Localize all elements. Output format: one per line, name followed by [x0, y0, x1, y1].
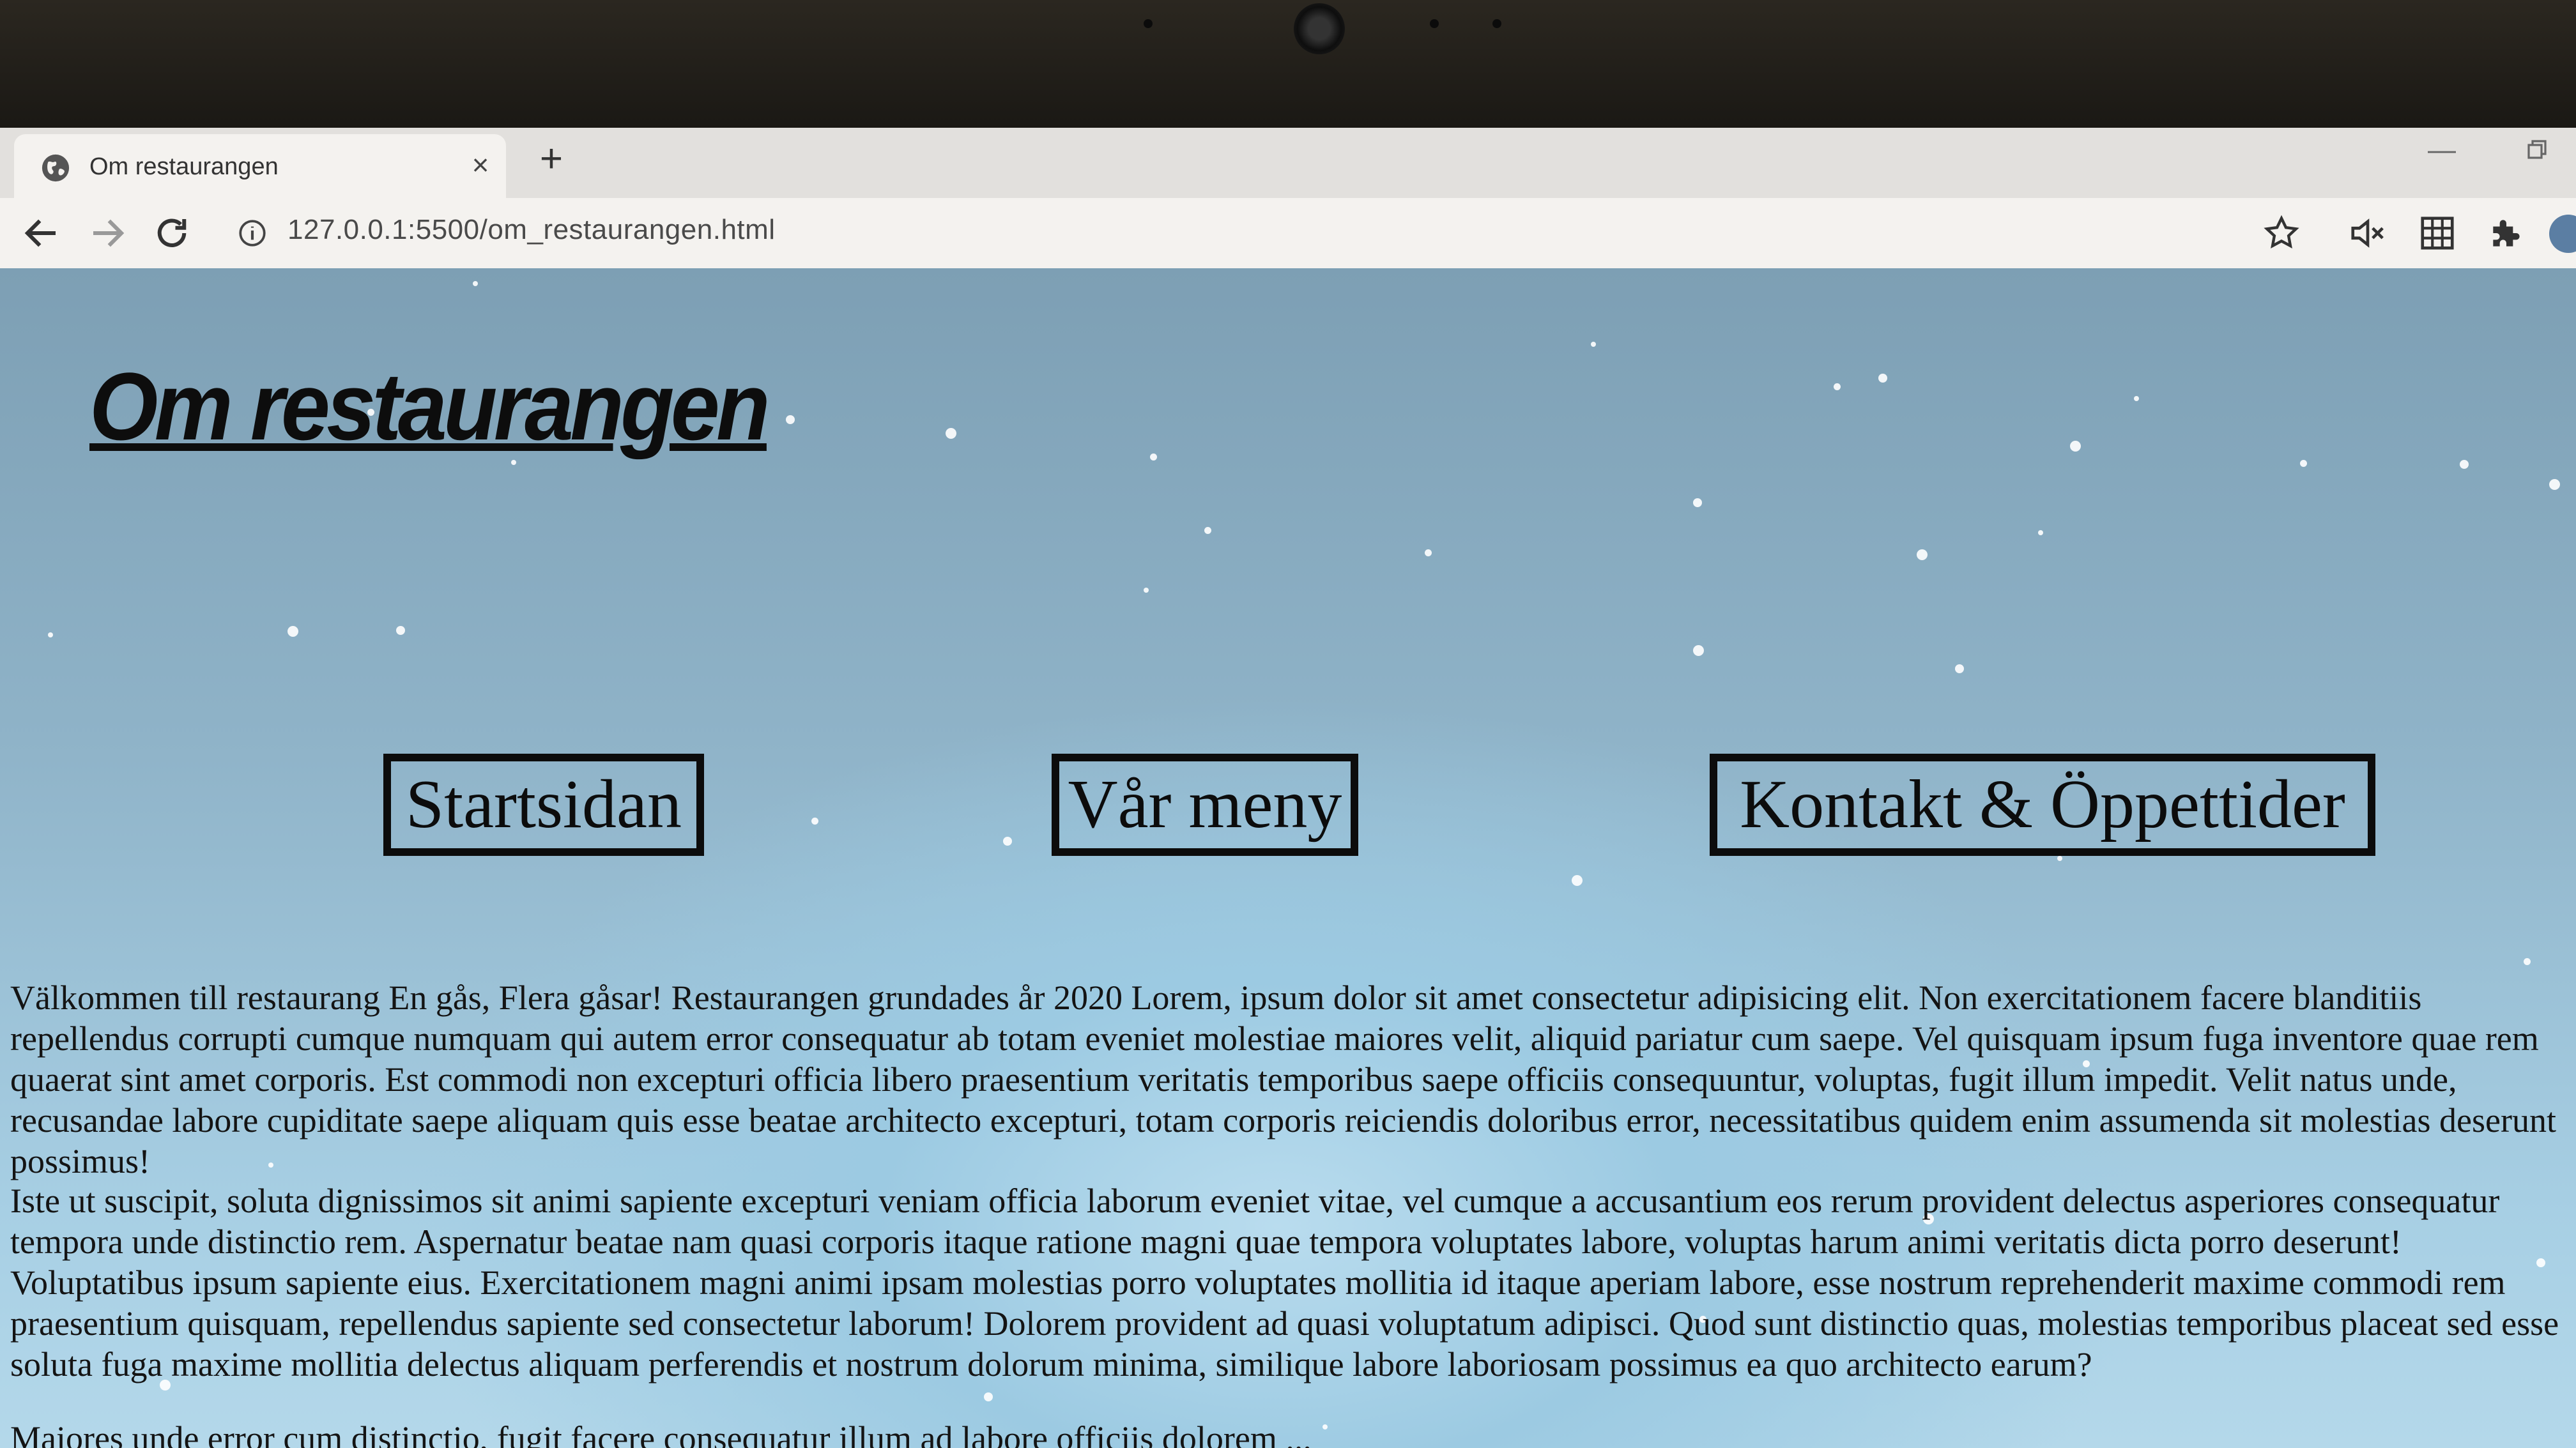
tab-title: Om restaurangen — [89, 153, 279, 180]
extensions-puzzle-icon[interactable] — [2487, 213, 2526, 253]
snowflake — [1425, 549, 1432, 556]
intro-paragraph: Välkommen till restaurang En gås, Flera … — [10, 979, 2556, 1180]
snowflake — [984, 1392, 993, 1401]
snowflake — [1204, 527, 1211, 534]
bezel-sensor — [1144, 19, 1153, 28]
back-arrow-icon[interactable] — [20, 212, 63, 254]
reload-icon[interactable] — [151, 212, 193, 254]
snowflake — [1150, 453, 1157, 461]
nav-link-menu[interactable]: Vår meny — [1052, 754, 1358, 856]
bezel-sensor — [1492, 19, 1501, 28]
snowflake — [396, 626, 405, 635]
forward-arrow-icon[interactable] — [86, 212, 128, 254]
snowflake — [2300, 460, 2307, 467]
snowflake — [786, 415, 795, 424]
snowflake — [2134, 396, 2139, 401]
page-title: Om restaurangen — [89, 353, 770, 460]
snowflake — [1591, 342, 1596, 347]
snowflake — [2460, 460, 2469, 469]
snowflake — [1693, 498, 1702, 507]
browser-tab[interactable]: Om restaurangen × — [14, 134, 506, 198]
nav-link-contact[interactable]: Kontakt & Öppettider — [1710, 754, 2375, 856]
body-paragraph: Iste ut suscipit, soluta dignissimos sit… — [10, 1182, 2559, 1383]
grid-icon[interactable] — [2418, 213, 2457, 253]
snowflake — [2070, 441, 2081, 452]
snowflake — [2549, 479, 2560, 490]
address-bar-url[interactable]: 127.0.0.1:5500/om_restaurangen.html — [288, 214, 776, 246]
snowflake — [473, 281, 478, 286]
minimize-icon[interactable]: — — [2428, 134, 2456, 166]
tab-strip: Om restaurangen × + — — [0, 128, 2576, 198]
page-viewport: Om restaurangen Startsidan Vår meny Kont… — [0, 268, 2576, 1448]
browser-window: Om restaurangen × + — 127.0.0.1:5500/om_… — [0, 128, 2576, 1448]
close-icon[interactable]: × — [461, 146, 500, 184]
body-paragraph-partial: Maiores unde error cum distinctio, fugit… — [10, 1419, 1312, 1448]
snowflake — [288, 626, 298, 637]
nav-link-home[interactable]: Startsidan — [383, 754, 704, 856]
snowflake — [1144, 588, 1149, 593]
webcam-lens — [1294, 3, 1345, 54]
snowflake — [1834, 383, 1841, 390]
snowflake — [1955, 664, 1964, 673]
snowflake — [1917, 549, 1928, 560]
profile-avatar[interactable] — [2549, 215, 2576, 253]
globe-icon — [42, 154, 70, 182]
plus-icon[interactable]: + — [530, 139, 572, 181]
bezel-sensor — [1430, 19, 1439, 28]
snowflake — [2057, 856, 2062, 861]
snowflake — [946, 428, 956, 439]
browser-toolbar: 127.0.0.1:5500/om_restaurangen.html — [0, 198, 2576, 268]
snowflake — [1693, 645, 1704, 656]
restore-icon[interactable] — [2525, 137, 2550, 163]
snowflake — [811, 818, 818, 825]
snowflake — [2038, 530, 2043, 535]
snowflake — [48, 632, 53, 637]
snowflake — [1878, 374, 1887, 383]
info-icon[interactable] — [236, 217, 268, 249]
monitor-bezel — [0, 0, 2576, 131]
muted-speaker-icon[interactable] — [2348, 213, 2388, 253]
snowflake — [1572, 875, 1583, 886]
snowflake — [2524, 958, 2531, 965]
bookmark-star-icon[interactable] — [2262, 213, 2301, 253]
snowflake — [1003, 837, 1012, 846]
